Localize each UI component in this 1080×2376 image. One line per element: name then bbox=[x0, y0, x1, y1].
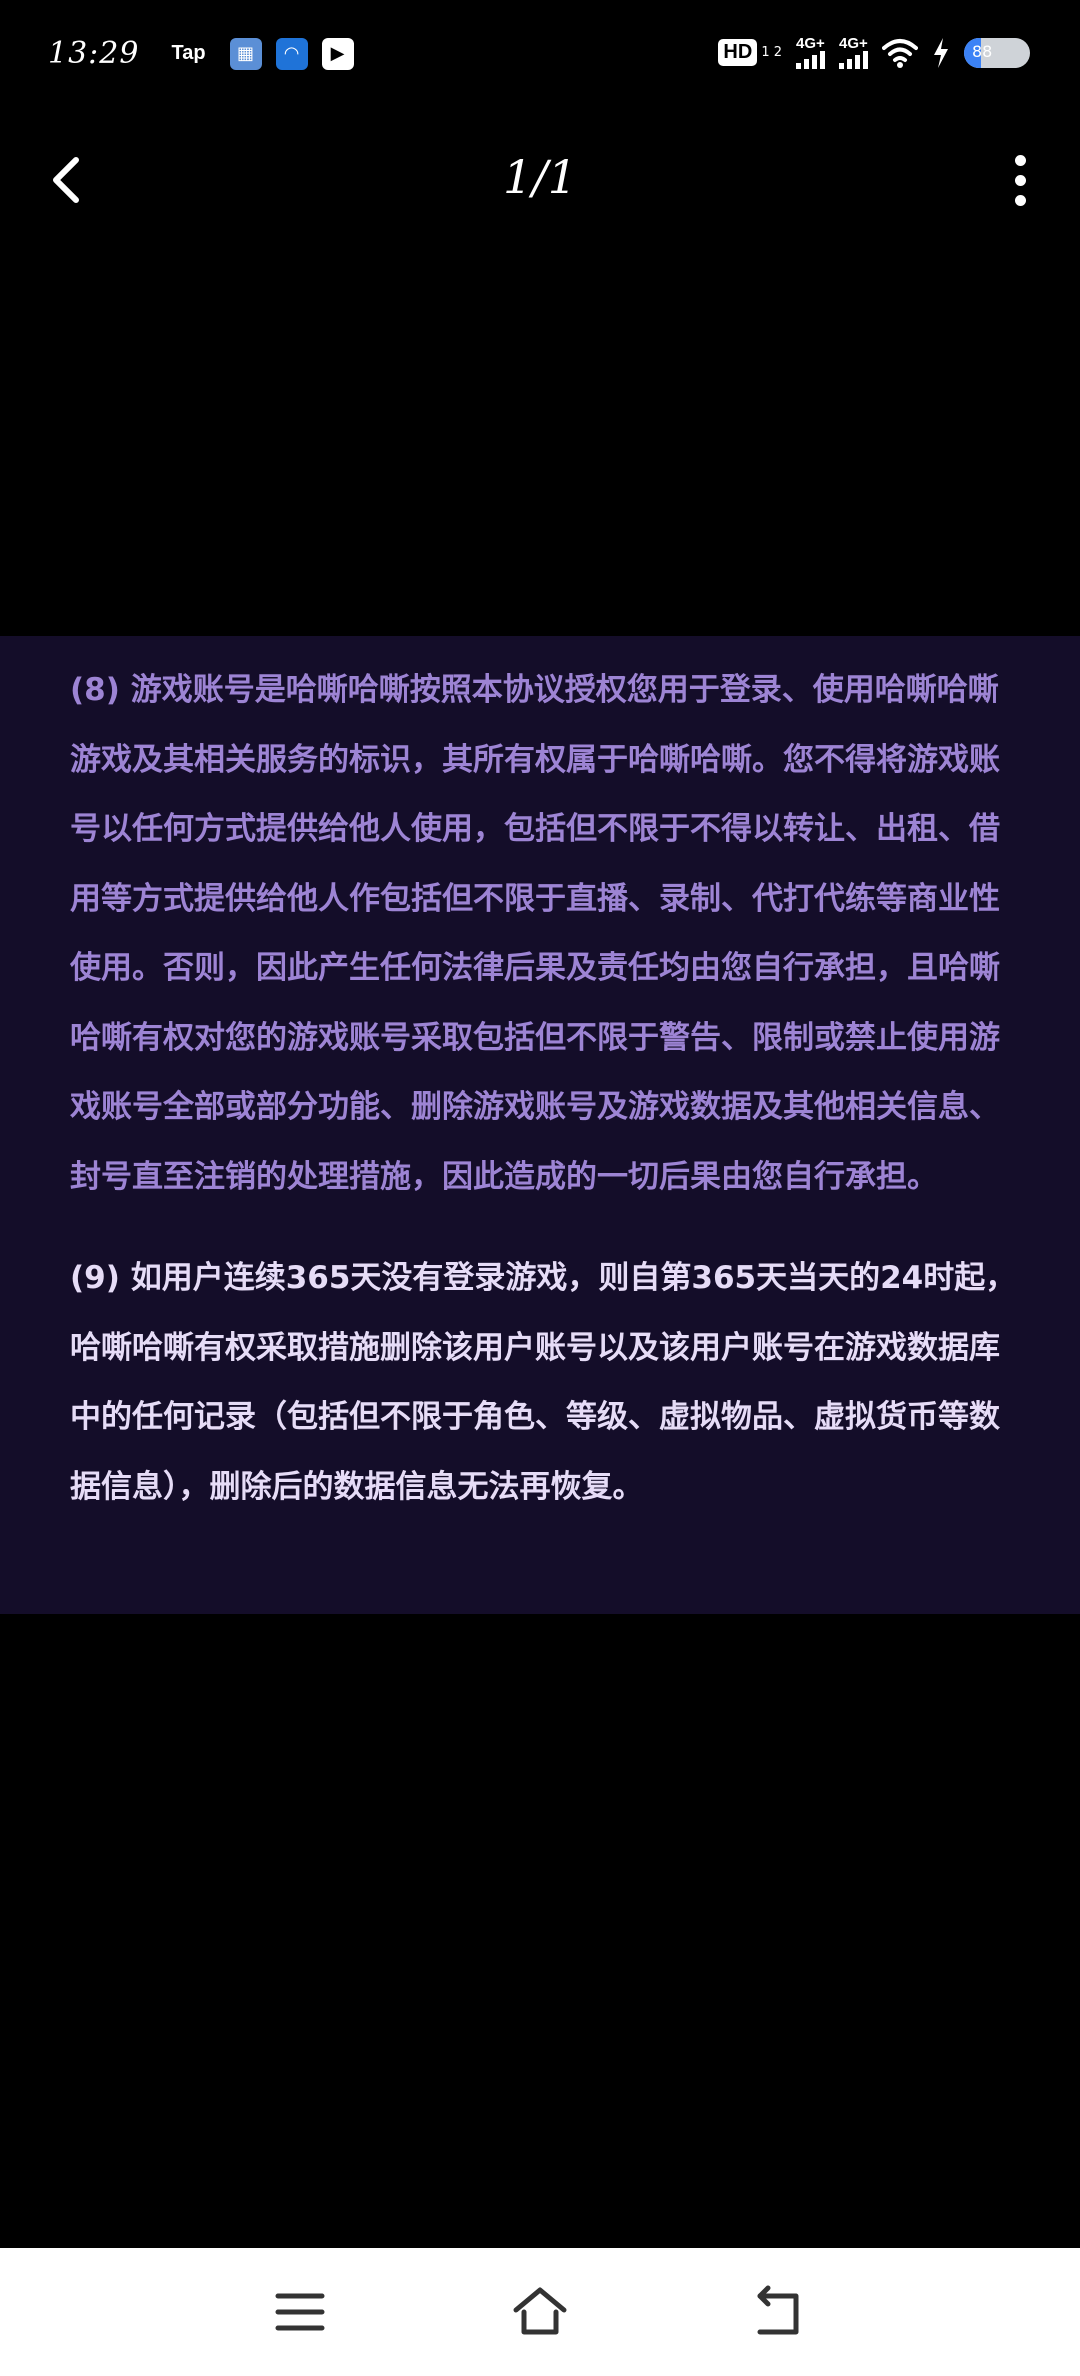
recent-apps-button[interactable] bbox=[270, 2282, 330, 2342]
charging-icon bbox=[932, 37, 950, 68]
menu-icon bbox=[275, 2293, 325, 2331]
status-left: 13:29 Tap ▦ ◠ ▶ bbox=[48, 36, 354, 71]
wifi-icon bbox=[882, 38, 918, 68]
status-right: HD 1 2 4G+ 4G+ 88 bbox=[718, 36, 1030, 69]
sim-slot-label: 1 2 bbox=[761, 45, 782, 60]
network-type-2: 4G+ bbox=[839, 35, 868, 52]
battery-level: 88 bbox=[972, 41, 993, 61]
status-bar: 13:29 Tap ▦ ◠ ▶ HD 1 2 4G+ 4G+ 88 bbox=[0, 0, 1080, 115]
page-indicator: 1/1 bbox=[502, 150, 578, 204]
system-navigation-bar bbox=[0, 2248, 1080, 2376]
home-button[interactable] bbox=[510, 2282, 570, 2342]
signal-2: 4G+ bbox=[839, 36, 868, 69]
cloud-app-icon: ◠ bbox=[275, 37, 308, 70]
signal-1: 4G+ bbox=[796, 36, 825, 69]
battery-icon: 88 bbox=[964, 37, 1030, 68]
play-app-icon: ▶ bbox=[321, 37, 354, 70]
more-dot-icon bbox=[1014, 194, 1026, 206]
network-type-1: 4G+ bbox=[796, 35, 825, 52]
home-icon bbox=[513, 2287, 567, 2335]
system-back-button[interactable] bbox=[750, 2282, 810, 2342]
more-dot-icon bbox=[1014, 174, 1026, 186]
viewer-top-bar: 1/1 bbox=[0, 130, 1080, 230]
clause-9-text: (9) 如用户连续365天没有登录游戏，则自第365天当天的24时起，哈嘶哈嘶有… bbox=[70, 1260, 1017, 1505]
more-dot-icon bbox=[1014, 154, 1026, 166]
clause-8-text: (8) 游戏账号是哈嘶哈嘶按照本协议授权您用于登录、使用哈嘶哈嘶游戏及其相关服务… bbox=[70, 672, 1000, 1195]
signal-bars-icon bbox=[839, 51, 868, 69]
gallery-app-icon: ▦ bbox=[229, 37, 262, 70]
tap-app-notification: Tap bbox=[171, 42, 206, 64]
agreement-image[interactable]: (8) 游戏账号是哈嘶哈嘶按照本协议授权您用于登录、使用哈嘶哈嘶游戏及其相关服务… bbox=[0, 636, 1080, 1614]
signal-bars-icon bbox=[796, 51, 825, 69]
more-options-button[interactable] bbox=[1000, 150, 1040, 210]
return-icon bbox=[757, 2285, 799, 2335]
clock: 13:29 bbox=[48, 36, 140, 71]
hd-voice-icon: HD bbox=[718, 39, 758, 66]
